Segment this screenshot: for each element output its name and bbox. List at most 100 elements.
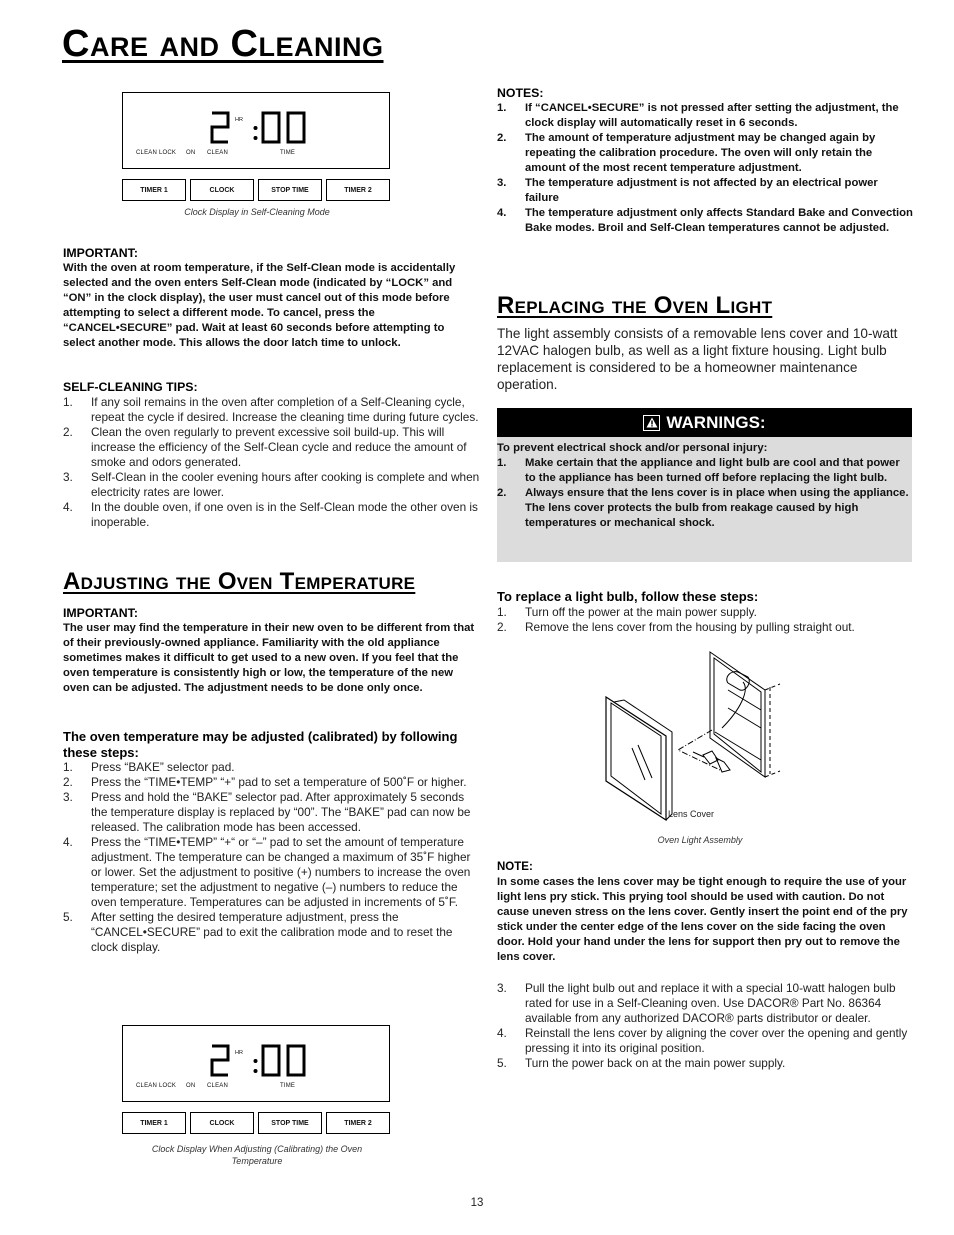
- lcd-hr-label: HR: [235, 117, 243, 123]
- item-text: Press the “TIME•TEMP” “+” pad to set a t…: [91, 775, 467, 789]
- item-number: 2.: [497, 487, 507, 499]
- lens-cover-label: Lens Cover: [668, 809, 714, 819]
- item-text: Make certain that the appliance and ligh…: [525, 457, 900, 484]
- figure-caption-calibrating: Clock Display When Adjusting (Calibratin…: [151, 1144, 363, 1166]
- clock-lcd-screen: HR CLEAN LOCK ON CLEAN TIME: [122, 1025, 390, 1102]
- item-text: Press “BAKE” selector pad.: [91, 760, 235, 774]
- halogen-bulb: [692, 750, 731, 773]
- lcd-indicator-lock: LOCK: [159, 150, 177, 156]
- item-number: 1.: [497, 457, 507, 469]
- item-number: 2.: [63, 775, 73, 789]
- lcd-colon: [253, 1059, 258, 1073]
- item-number: 2.: [497, 619, 507, 634]
- item-text: Turn the power back on at the main power…: [525, 1056, 786, 1070]
- item-text: Reinstall the lens cover by aligning the…: [525, 1026, 908, 1055]
- page-title: Care and Cleaning: [62, 23, 384, 65]
- list-item: 4. Press the “TIME•TEMP” “+“ or “–” pad t…: [63, 835, 481, 910]
- item-number: 3.: [497, 981, 507, 995]
- lcd-hr-label: HR: [235, 1050, 243, 1056]
- section-title-adjusting: Adjusting the Oven Temperature: [63, 568, 416, 595]
- item-text: If “CANCEL•SECURE” is not pressed after …: [525, 102, 899, 129]
- important-label: IMPORTANT:: [63, 606, 138, 620]
- clock-pads: TIMER 1 CLOCK STOP TIME TIMER 2: [122, 179, 390, 201]
- self-cleaning-tips: SELF-CLEANING TIPS: 1. If any soil remain…: [63, 380, 481, 530]
- lcd-hour-digit: [210, 111, 230, 144]
- timer1-pad[interactable]: TIMER 1: [122, 1112, 186, 1134]
- item-number: 1.: [497, 604, 507, 619]
- warnings-list: 1. Make certain that the appliance and li…: [497, 456, 912, 531]
- steps-list: 1. Turn off the power at the main power s…: [497, 605, 913, 635]
- steps-label: The oven temperature may be adjusted (ca…: [63, 729, 458, 760]
- notes: NOTES: 1. If “CANCEL•SECURE” is not press…: [497, 86, 913, 236]
- lcd-indicator-clean: CLEAN: [136, 1083, 158, 1089]
- steps-label: To replace a light bulb, follow these st…: [497, 589, 759, 604]
- lcd-indicator-on: ON: [186, 1083, 196, 1089]
- list-item: 1. Make certain that the appliance and li…: [497, 456, 912, 486]
- clock-pad[interactable]: CLOCK: [190, 179, 254, 201]
- item-number: 3.: [497, 177, 507, 189]
- lcd-indicator-on: ON: [186, 150, 196, 156]
- lcd-minute-digits: [261, 111, 306, 144]
- item-number: 1.: [63, 760, 73, 774]
- item-number: 4.: [497, 1026, 507, 1040]
- section-title-replacing: Replacing the Oven Light: [497, 292, 773, 319]
- notes-list: 1. If “CANCEL•SECURE” is not pressed afte…: [497, 101, 913, 236]
- item-number: 4.: [63, 500, 73, 514]
- list-item: 1. Turn off the power at the main power s…: [497, 605, 913, 620]
- list-item: 2. Clean the oven regularly to prevent ex…: [63, 425, 481, 470]
- item-number: 5.: [497, 1056, 507, 1070]
- list-item: 3. Press and hold the “BAKE” selector pad…: [63, 790, 481, 835]
- item-number: 4.: [497, 207, 507, 219]
- item-text: Remove the lens cover from the housing b…: [525, 619, 855, 634]
- list-item: 3. Pull the light bulb out and replace it…: [497, 981, 913, 1026]
- clock-pad[interactable]: CLOCK: [190, 1112, 254, 1134]
- list-item: 1. If “CANCEL•SECURE” is not pressed afte…: [497, 101, 913, 131]
- note-label: NOTE:: [497, 861, 533, 873]
- stop-time-pad[interactable]: STOP TIME: [258, 1112, 322, 1134]
- calibration-steps: The oven temperature may be adjusted (ca…: [63, 729, 481, 955]
- clock-display-figure-calibrating: HR CLEAN LOCK ON CLEAN TIME TIMER 1 CLOC…: [122, 1025, 390, 1134]
- item-text: The amount of temperature adjustment may…: [525, 132, 876, 174]
- item-number: 4.: [63, 835, 73, 849]
- lens-cover-note: NOTE: In some cases the lens cover may b…: [497, 860, 913, 965]
- list-item: 3. The temperature adjustment is not affe…: [497, 176, 913, 206]
- list-item: 1. If any soil remains in the oven after …: [63, 395, 481, 425]
- list-item: 1. Press “BAKE” selector pad.: [63, 760, 481, 775]
- stop-time-pad[interactable]: STOP TIME: [258, 179, 322, 201]
- item-text: Pull the light bulb out and replace it w…: [525, 981, 896, 1025]
- item-number: 1.: [497, 102, 507, 114]
- item-number: 1.: [63, 395, 73, 409]
- figure-caption-self-clean: Clock Display in Self-Cleaning Mode: [184, 207, 330, 217]
- timer2-pad[interactable]: TIMER 2: [326, 1112, 390, 1134]
- list-item: 4. Reinstall the lens cover by aligning t…: [497, 1026, 913, 1056]
- warnings-box: WARNINGS: To prevent electrical shock an…: [497, 408, 912, 562]
- replace-steps-a: To replace a light bulb, follow these st…: [497, 589, 913, 635]
- item-number: 3.: [63, 470, 73, 484]
- important-self-clean: IMPORTANT: With the oven at room tempera…: [63, 246, 479, 351]
- item-number: 5.: [63, 910, 73, 924]
- lcd-indicator-clean-2: CLEAN: [207, 1083, 229, 1089]
- item-text: After setting the desired temperature ad…: [91, 910, 453, 954]
- timer2-pad[interactable]: TIMER 2: [326, 179, 390, 201]
- item-number: 2.: [497, 132, 507, 144]
- important-text: The user may find the temperature in the…: [63, 622, 475, 694]
- tips-list: 1. If any soil remains in the oven after …: [63, 395, 481, 530]
- item-text: Press and hold the “BAKE” selector pad. …: [91, 790, 471, 834]
- replace-steps-b: 3. Pull the light bulb out and replace it…: [497, 981, 913, 1071]
- lcd-indicator-lock: LOCK: [159, 1083, 177, 1089]
- warnings-heading: WARNINGS:: [666, 412, 766, 432]
- lcd-indicator-clean-2: CLEAN: [207, 150, 229, 156]
- item-text: In the double oven, if one oven is in th…: [91, 500, 478, 529]
- tips-label: SELF-CLEANING TIPS:: [63, 380, 198, 394]
- warnings-header: WARNINGS:: [497, 408, 912, 437]
- list-item: 4. The temperature adjustment only affect…: [497, 206, 913, 236]
- item-text: Self-Clean in the cooler evening hours a…: [91, 470, 480, 499]
- notes-label: NOTES:: [497, 86, 544, 100]
- important-label: IMPORTANT:: [63, 246, 138, 260]
- item-text: Clean the oven regularly to prevent exce…: [91, 425, 467, 469]
- list-item: 2. Always ensure that the lens cover is i…: [497, 486, 912, 531]
- important-adjusting: IMPORTANT: The user may find the tempera…: [63, 606, 481, 696]
- lcd-colon: [253, 126, 258, 140]
- item-text: The temperature adjustment is not affect…: [525, 177, 878, 204]
- timer1-pad[interactable]: TIMER 1: [122, 179, 186, 201]
